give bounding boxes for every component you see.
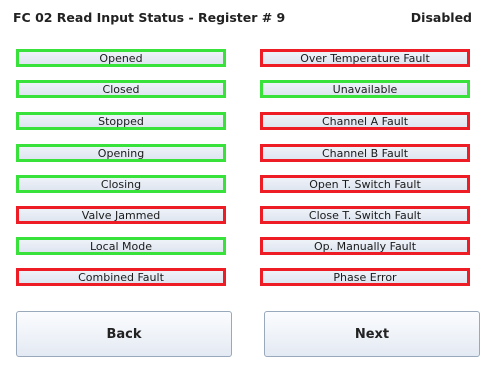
- indicator-opening: Opening: [16, 144, 226, 162]
- indicator-op-manually-fault: Op. Manually Fault: [260, 237, 470, 255]
- indicator-stopped: Stopped: [16, 112, 226, 130]
- header-bar: FC 02 Read Input Status - Register # 9 D…: [0, 0, 480, 38]
- page-title: FC 02 Read Input Status - Register # 9: [13, 10, 286, 25]
- status-label: Disabled: [410, 10, 472, 25]
- indicator-phase-error: Phase Error: [260, 268, 470, 286]
- indicator-channel-a-fault: Channel A Fault: [260, 112, 470, 130]
- indicator-close-t-switch-fault: Close T. Switch Fault: [260, 206, 470, 224]
- indicator-unavailable: Unavailable: [260, 80, 470, 98]
- back-button[interactable]: Back: [16, 311, 232, 357]
- indicator-valve-jammed: Valve Jammed: [16, 206, 226, 224]
- indicator-combined-fault: Combined Fault: [16, 268, 226, 286]
- indicator-closing: Closing: [16, 175, 226, 193]
- indicator-open-t-switch-fault: Open T. Switch Fault: [260, 175, 470, 193]
- indicator-over-temperature-fault: Over Temperature Fault: [260, 49, 470, 67]
- next-button[interactable]: Next: [264, 311, 480, 357]
- indicator-local-mode: Local Mode: [16, 237, 226, 255]
- indicator-closed: Closed: [16, 80, 226, 98]
- indicator-opened: Opened: [16, 49, 226, 67]
- indicator-channel-b-fault: Channel B Fault: [260, 144, 470, 162]
